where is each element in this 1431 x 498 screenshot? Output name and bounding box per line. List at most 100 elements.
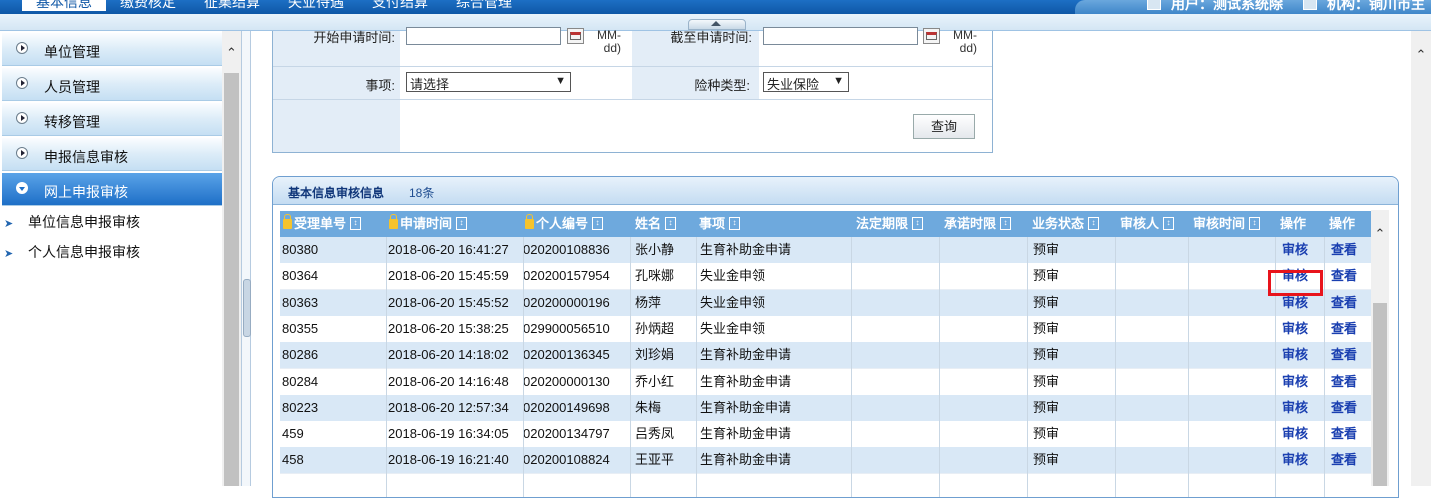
- end-time-input[interactable]: [763, 27, 918, 45]
- table-row[interactable]: 80223 2018-06-20 12:57:34 020200149698 朱梅 生育…: [280, 394, 1371, 422]
- col-header-receipt-no[interactable]: 受理单号 ↕: [283, 211, 362, 237]
- table-row[interactable]: 80286 2018-06-20 14:18:02 020200136345 刘珍娟 生…: [280, 342, 1371, 370]
- nav-payment-settle[interactable]: 支付结算: [358, 0, 442, 11]
- audit-link[interactable]: 审核: [1282, 342, 1308, 368]
- panel-title: 基本信息审核信息: [288, 186, 385, 200]
- col-header-reviewer[interactable]: 审核人 ↕: [1120, 211, 1175, 237]
- grid-scrollbar[interactable]: ⌃: [1371, 210, 1389, 486]
- insurance-type-select[interactable]: 失业保险 ▼: [763, 72, 849, 92]
- user-icon: [1147, 0, 1161, 10]
- top-bar: 基本信息 缴费核定 征集结算 失业待遇 支付结算 综合管理 用户：测试系统除 机…: [0, 0, 1431, 14]
- cell-apply-time: 2018-06-19 16:34:05: [388, 426, 509, 442]
- scroll-up-icon[interactable]: ⌃: [222, 45, 241, 65]
- sort-icon[interactable]: ↕: [1249, 217, 1261, 231]
- col-header-name[interactable]: 姓名 ↕: [635, 211, 677, 237]
- start-time-input[interactable]: [406, 27, 561, 45]
- nav-unemployment-benefit[interactable]: 失业待遇: [274, 0, 358, 11]
- cell-name: 吕秀凤: [635, 426, 675, 442]
- cell-name: 孔咪娜: [635, 268, 675, 284]
- cell-name: 乔小红: [635, 373, 675, 389]
- table-row[interactable]: 458 2018-06-19 16:21:40 020200108824 王亚平 生育补…: [280, 447, 1371, 475]
- cell-personal-id: 020200000196: [523, 294, 610, 310]
- col-header-matter[interactable]: 事项 ↕: [699, 211, 741, 237]
- sort-icon[interactable]: ↕: [350, 217, 362, 231]
- col-header-apply-time[interactable]: 申请时间 ↕: [389, 211, 468, 237]
- audit-link[interactable]: 审核: [1282, 447, 1308, 473]
- audit-link[interactable]: 审核: [1282, 421, 1308, 447]
- cell-name: 王亚平: [635, 452, 675, 468]
- scrollbar-thumb[interactable]: [1373, 303, 1387, 486]
- scrollbar-thumb[interactable]: [224, 73, 239, 486]
- sidebar-item-transfer-management[interactable]: 转移管理: [2, 103, 222, 136]
- view-link[interactable]: 查看: [1331, 447, 1357, 473]
- table-row[interactable]: 80355 2018-06-20 15:38:25 029900056510 孙炳超 失…: [280, 315, 1371, 343]
- subitem-unit-info-review[interactable]: ➤ 单位信息申报审核: [4, 212, 140, 234]
- cell-personal-id: 020200149698: [523, 399, 610, 415]
- cell-matter: 生育补助金申请: [700, 373, 792, 389]
- sort-icon[interactable]: ↕: [665, 217, 677, 231]
- subitem-personal-info-review[interactable]: ➤ 个人信息申报审核: [4, 242, 140, 264]
- col-header-status[interactable]: 业务状态 ↕: [1032, 211, 1100, 237]
- matter-select[interactable]: 请选择 ▼: [406, 72, 571, 92]
- col-header-promise-limit[interactable]: 承诺时限 ↕: [944, 211, 1012, 237]
- table-row[interactable]: 80363 2018-06-20 15:45:52 020200000196 杨萍 失业…: [280, 289, 1371, 317]
- nav-collection-settle[interactable]: 征集结算: [190, 0, 274, 11]
- page-scrollbar[interactable]: ⌃: [1411, 31, 1431, 486]
- col-header-review-time[interactable]: 审核时间 ↕: [1193, 211, 1261, 237]
- sidebar-item-label: 转移管理: [44, 114, 100, 130]
- sort-icon[interactable]: ↕: [1000, 217, 1012, 231]
- view-link[interactable]: 查看: [1331, 421, 1357, 447]
- calendar-icon[interactable]: [567, 28, 584, 44]
- sort-icon[interactable]: ↕: [1163, 217, 1175, 231]
- chevron-down-icon: ▼: [555, 75, 566, 87]
- sort-icon[interactable]: ↕: [729, 217, 741, 231]
- sort-icon[interactable]: ↕: [592, 217, 604, 231]
- view-link[interactable]: 查看: [1331, 263, 1357, 289]
- query-button[interactable]: 查询: [913, 114, 975, 139]
- column-divider: [1188, 237, 1189, 497]
- audit-link[interactable]: 审核: [1282, 369, 1308, 395]
- sidebar-item-online-declaration-review[interactable]: 网上申报审核: [2, 173, 222, 206]
- sort-icon[interactable]: ↕: [1088, 217, 1100, 231]
- sidebar-item-label: 网上申报审核: [44, 184, 128, 200]
- sidebar-item-personnel-management[interactable]: 人员管理: [2, 68, 222, 101]
- column-divider: [386, 237, 387, 497]
- sidebar-scrollbar[interactable]: ⌃: [222, 31, 241, 486]
- column-divider: [1027, 237, 1028, 497]
- cell-receipt-no: 80363: [282, 294, 319, 310]
- cell-receipt-no: 80284: [282, 373, 319, 389]
- nav-basic-info[interactable]: 基本信息: [22, 0, 106, 11]
- table-row[interactable]: 80284 2018-06-20 14:16:48 020200000130 乔小红 生…: [280, 368, 1371, 396]
- audit-link[interactable]: 审核: [1282, 395, 1308, 421]
- table-row[interactable]: 80380 2018-06-20 16:41:27 020200108836 张小静 生…: [280, 237, 1371, 264]
- col-header-personal-id[interactable]: 个人编号 ↕: [525, 211, 604, 237]
- table-row[interactable]: 80364 2018-06-20 15:45:59 020200157954 孔咪娜 失…: [280, 263, 1371, 291]
- audit-link[interactable]: 审核: [1282, 316, 1308, 342]
- nav-general-admin[interactable]: 综合管理: [442, 0, 526, 11]
- view-link[interactable]: 查看: [1331, 290, 1357, 316]
- audit-link[interactable]: 审核: [1282, 237, 1308, 263]
- highlight-box: [1268, 270, 1323, 296]
- view-link[interactable]: 查看: [1331, 369, 1357, 395]
- cell-receipt-no: 80380: [282, 242, 319, 257]
- scroll-up-icon[interactable]: ⌃: [1371, 226, 1389, 242]
- sort-icon[interactable]: ↕: [912, 217, 924, 231]
- nav-payment-verify[interactable]: 缴费核定: [106, 0, 190, 11]
- lock-icon: [283, 214, 292, 229]
- view-link[interactable]: 查看: [1331, 342, 1357, 368]
- calendar-icon[interactable]: [923, 28, 940, 44]
- sort-icon[interactable]: ↕: [456, 217, 468, 231]
- col-header-legal-limit[interactable]: 法定期限 ↕: [856, 211, 924, 237]
- scroll-up-icon[interactable]: ⌃: [1411, 47, 1431, 63]
- view-link[interactable]: 查看: [1331, 237, 1357, 263]
- cell-status: 预审: [1033, 242, 1060, 257]
- sidebar-item-unit-management[interactable]: 单位管理: [2, 33, 222, 66]
- column-divider: [523, 237, 524, 497]
- splitter-handle[interactable]: [243, 279, 251, 337]
- column-divider: [630, 237, 631, 497]
- panel-splitter[interactable]: [241, 31, 251, 486]
- table-row[interactable]: 459 2018-06-19 16:34:05 020200134797 吕秀凤 生育补…: [280, 421, 1371, 449]
- sidebar-item-declaration-review[interactable]: 申报信息审核: [2, 138, 222, 171]
- view-link[interactable]: 查看: [1331, 395, 1357, 421]
- view-link[interactable]: 查看: [1331, 316, 1357, 342]
